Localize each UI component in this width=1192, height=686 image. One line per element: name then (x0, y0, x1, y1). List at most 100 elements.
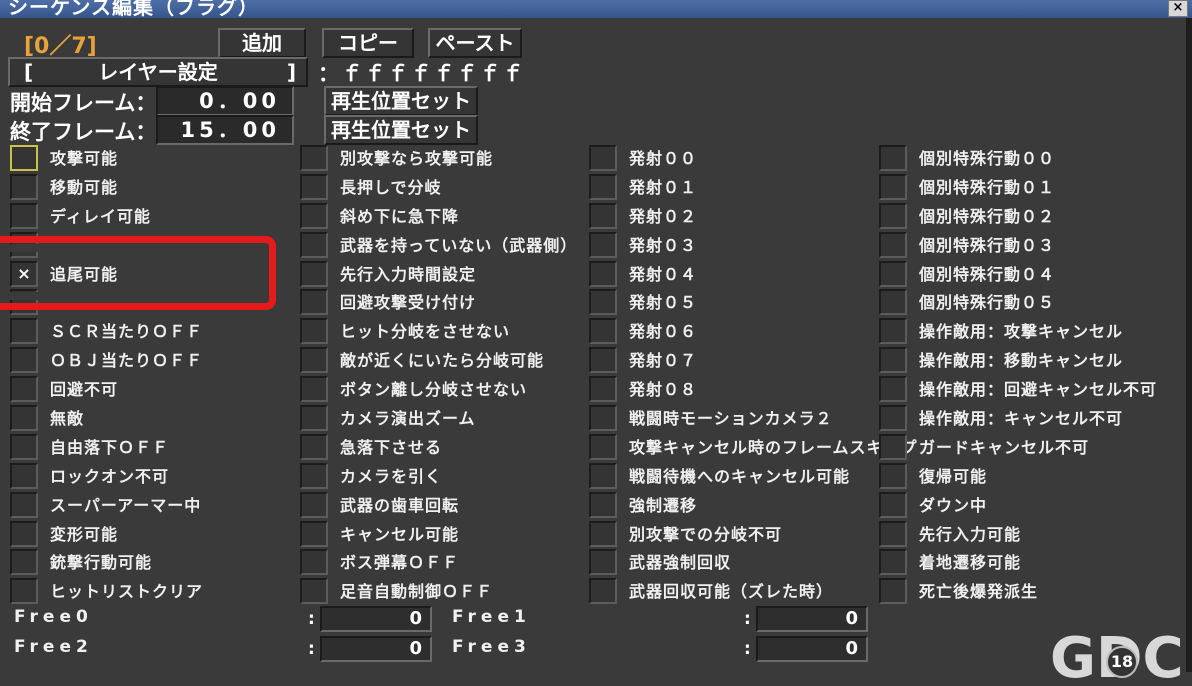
checkbox[interactable] (589, 231, 617, 258)
checkbox[interactable] (589, 173, 617, 200)
checkbox[interactable] (879, 462, 907, 489)
flag-row[interactable]: 発射０６ (589, 315, 879, 345)
flag-row[interactable]: 死亡後爆発派生 (879, 575, 1192, 605)
start-frame-field[interactable]: 0．00 (156, 86, 294, 116)
flag-row[interactable]: ロックオン不可 (10, 460, 300, 489)
flag-row[interactable]: 先行入力時間設定 (300, 258, 590, 287)
flag-row[interactable]: 武器強制回収 (589, 546, 879, 576)
flag-row[interactable]: 急落下させる (300, 431, 590, 460)
checkbox[interactable] (10, 520, 38, 547)
paste-button[interactable]: ペースト (428, 28, 522, 58)
start-set-playhead-button[interactable]: 再生位置セット (324, 86, 478, 116)
flag-row[interactable]: 発射００ (589, 142, 879, 171)
checkbox[interactable] (589, 145, 617, 171)
checkbox[interactable] (300, 202, 328, 229)
checkbox[interactable] (879, 347, 907, 374)
checkbox[interactable] (10, 173, 38, 200)
checkbox[interactable] (879, 231, 907, 258)
checkbox[interactable] (300, 145, 328, 171)
flag-row[interactable]: 個別特殊行動００ (879, 142, 1192, 171)
flag-row[interactable]: 自由落下ＯＦＦ (10, 431, 300, 460)
flag-row[interactable]: 発射０３ (589, 229, 879, 258)
flag-row[interactable]: ＯＢＪ当たりＯＦＦ (10, 344, 300, 374)
flag-row[interactable]: 戦闘時モーションカメラ２ (589, 402, 879, 432)
checkbox[interactable] (300, 405, 328, 432)
checkbox[interactable] (879, 145, 907, 171)
close-icon[interactable]: × (1168, 0, 1188, 17)
flag-row[interactable]: 操作敵用：移動キャンセル (879, 344, 1192, 374)
checkbox[interactable] (300, 376, 328, 403)
flag-row[interactable]: 無敵 (10, 402, 300, 432)
end-frame-field[interactable]: 15．00 (156, 115, 294, 145)
flag-row[interactable]: 操作敵用：回避キャンセル不可 (879, 373, 1192, 403)
flag-row[interactable]: 武器を持っていない（武器側） (300, 229, 590, 258)
flag-row[interactable]: 攻撃キャンセル時のフレームスキップ (589, 431, 917, 460)
checkbox[interactable] (589, 347, 617, 374)
checkbox[interactable] (10, 405, 38, 432)
flag-row[interactable]: 個別特殊行動０３ (879, 229, 1192, 258)
checkbox[interactable] (879, 520, 907, 547)
flag-row[interactable]: 斜め下に急下降 (300, 200, 590, 229)
checkbox[interactable] (10, 318, 38, 345)
checkbox[interactable] (300, 549, 328, 576)
flag-row[interactable]: 発射０５ (589, 286, 879, 316)
flag-row[interactable]: 別攻撃なら攻撃可能 (300, 142, 590, 171)
flag-row[interactable]: 発射０４ (589, 258, 879, 287)
checkbox[interactable] (300, 347, 328, 374)
checkbox[interactable] (300, 260, 328, 287)
checkbox[interactable] (589, 433, 617, 460)
checkbox[interactable] (879, 202, 907, 229)
checkbox[interactable] (879, 260, 907, 287)
flag-row[interactable]: ヒットリストクリア (10, 575, 300, 605)
flag-row[interactable]: 回避不可 (10, 373, 300, 403)
checkbox[interactable] (300, 173, 328, 200)
checkbox[interactable] (589, 318, 617, 345)
checkbox[interactable] (10, 347, 38, 374)
flag-row[interactable]: 戦闘待機へのキャンセル可能 (589, 460, 879, 489)
flag-row[interactable]: ボス弾幕ＯＦＦ (300, 546, 590, 576)
flag-row[interactable]: 回避攻撃受け付け (300, 286, 590, 316)
add-button[interactable]: 追加 (218, 28, 306, 58)
checkbox[interactable] (300, 318, 328, 345)
checkbox[interactable] (10, 578, 38, 605)
checkbox[interactable] (10, 202, 38, 229)
flag-row[interactable]: 発射０８ (589, 373, 879, 403)
flag-row[interactable]: 操作敵用：キャンセル不可 (879, 402, 1192, 432)
flag-row[interactable]: 操作敵用：攻撃キャンセル (879, 315, 1192, 345)
checkbox[interactable] (589, 376, 617, 403)
checkbox[interactable] (10, 462, 38, 489)
flag-row[interactable]: スーパーアーマー中 (10, 489, 300, 518)
flag-row[interactable]: 攻撃可能 (10, 142, 300, 171)
checkbox[interactable] (589, 405, 617, 432)
flag-row[interactable]: ダウン中 (879, 489, 1192, 518)
checkbox[interactable] (300, 491, 328, 518)
checkbox[interactable] (879, 318, 907, 345)
checkbox[interactable] (300, 520, 328, 547)
checkbox[interactable] (589, 462, 617, 489)
flag-row[interactable]: 敵が近くにいたら分岐可能 (300, 344, 590, 374)
flag-row[interactable]: 発射０１ (589, 171, 879, 200)
flag-row[interactable]: カメラを引く (300, 460, 590, 489)
layer-settings-button[interactable]: [ レイヤー設定 ] (8, 57, 308, 87)
checkbox[interactable] (879, 549, 907, 576)
checkbox[interactable] (879, 433, 907, 460)
free0-field[interactable]: 0 (320, 606, 432, 632)
end-set-playhead-button[interactable]: 再生位置セット (324, 115, 478, 145)
checkbox[interactable] (300, 433, 328, 460)
copy-button[interactable]: コピー (322, 28, 414, 58)
checkbox[interactable] (10, 491, 38, 518)
flag-row[interactable]: 復帰可能 (879, 460, 1192, 489)
flag-row[interactable]: 発射０２ (589, 200, 879, 229)
checkbox[interactable] (10, 376, 38, 403)
flag-row[interactable]: 足音自動制御ＯＦＦ (300, 575, 590, 605)
flag-row[interactable]: 強制遷移 (589, 489, 879, 518)
flag-row[interactable]: 先行入力可能 (879, 518, 1192, 547)
flag-row[interactable]: 着地遷移可能 (879, 546, 1192, 576)
flag-row[interactable]: 個別特殊行動０２ (879, 200, 1192, 229)
flag-row[interactable]: 移動可能 (10, 171, 300, 200)
checkbox[interactable] (589, 202, 617, 229)
checkbox[interactable] (10, 549, 38, 576)
checkbox[interactable] (879, 289, 907, 316)
flag-row[interactable]: キャンセル可能 (300, 518, 590, 547)
free2-field[interactable]: 0 (320, 636, 432, 662)
